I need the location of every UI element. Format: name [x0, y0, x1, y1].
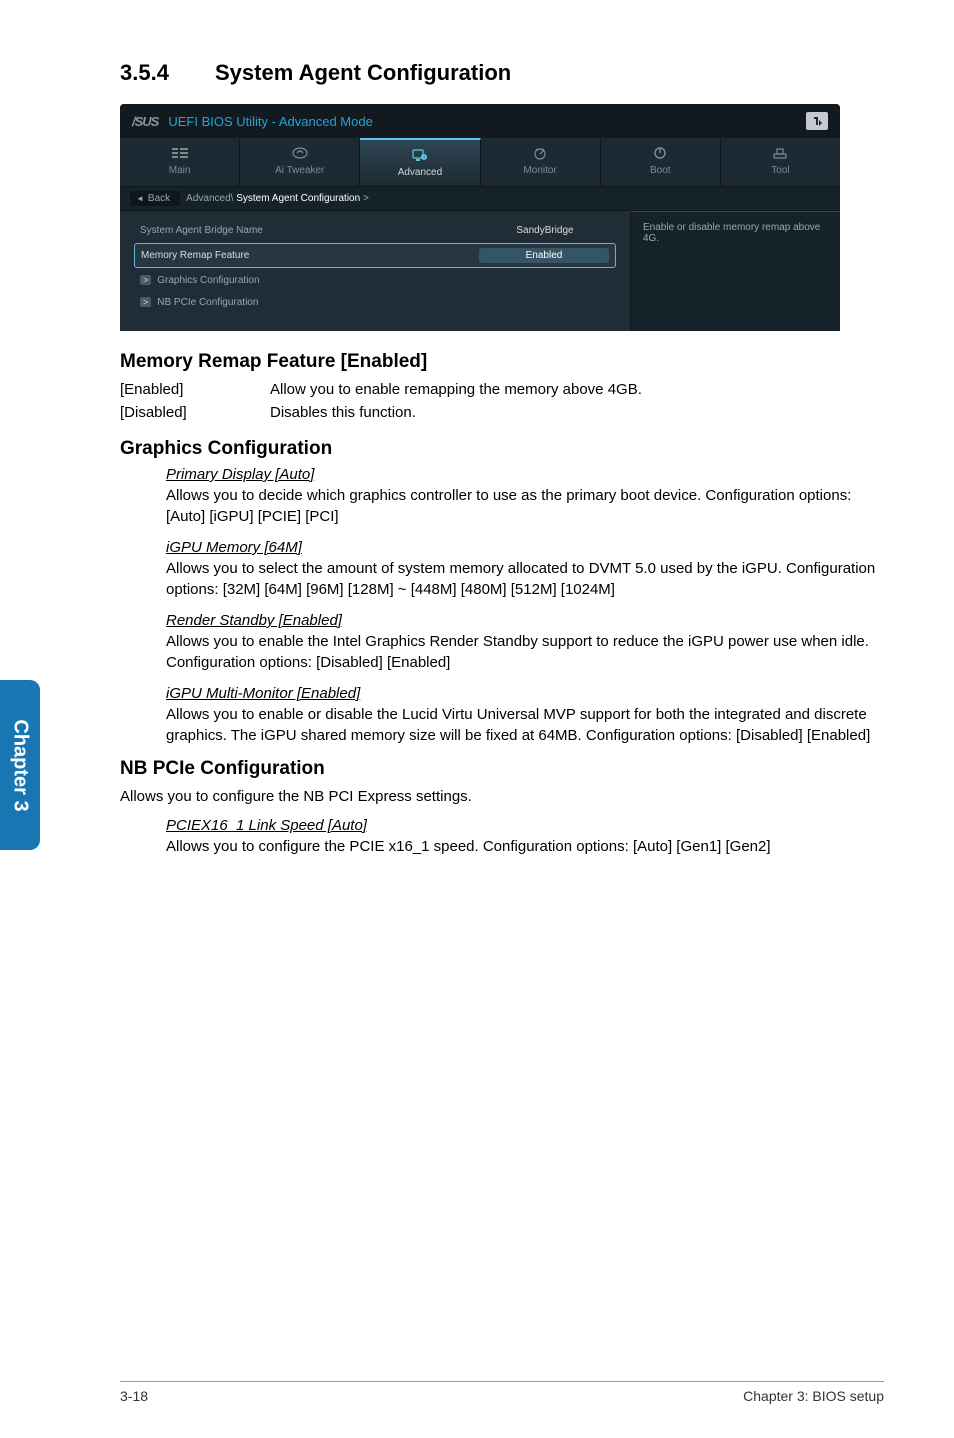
bios-titlebar: /SUS UEFI BIOS Utility - Advanced Mode — [120, 104, 840, 138]
tab-ai-tweaker[interactable]: Ai Tweaker — [240, 138, 360, 186]
bios-tab-bar: Main Ai Tweaker i Advanced Monitor — [120, 138, 840, 186]
ai-tweaker-icon — [240, 144, 359, 162]
option-val: Allow you to enable remapping the memory… — [270, 379, 884, 402]
bios-body: System Agent Bridge Name SandyBridge Mem… — [120, 211, 840, 331]
setting-name: Primary Display [Auto] — [166, 466, 884, 483]
setting-name: Render Standby [Enabled] — [166, 612, 884, 629]
nb-pcie-intro: Allows you to configure the NB PCI Expre… — [120, 786, 884, 807]
bios-row-nb-pcie-config[interactable]: NB PCIe Configuration — [134, 293, 616, 312]
setting-desc: Allows you to select the amount of syste… — [166, 558, 884, 600]
tab-monitor[interactable]: Monitor — [481, 138, 601, 186]
breadcrumb-path: Advanced\ System Agent Configuration > — [186, 193, 369, 204]
bios-row-graphics-config[interactable]: Graphics Configuration — [134, 271, 616, 290]
exit-icon — [811, 115, 823, 127]
section-number: 3.5.4 — [120, 60, 215, 86]
option-key: [Disabled] — [120, 402, 270, 425]
section-heading: 3.5.4System Agent Configuration — [120, 60, 884, 86]
row-value: SandyBridge — [480, 225, 610, 236]
bios-row-bridge-name: System Agent Bridge Name SandyBridge — [134, 221, 616, 240]
section-title-text: System Agent Configuration — [215, 60, 511, 85]
bios-main-panel: System Agent Bridge Name SandyBridge Mem… — [120, 211, 630, 331]
heading-nb-pcie: NB PCIe Configuration — [120, 758, 884, 780]
setting-igpu-memory: iGPU Memory [64M] Allows you to select t… — [166, 539, 884, 600]
help-text: Enable or disable memory remap above 4G. — [643, 222, 820, 244]
bios-breadcrumb: Back Advanced\ System Agent Configuratio… — [120, 186, 840, 211]
option-row: [Disabled] Disables this function. — [120, 402, 884, 425]
setting-name: iGPU Memory [64M] — [166, 539, 884, 556]
option-key: [Enabled] — [120, 379, 270, 402]
tab-ai-tweaker-label: Ai Tweaker — [240, 165, 359, 176]
tab-boot-label: Boot — [601, 165, 720, 176]
row-label: NB PCIe Configuration — [140, 297, 610, 308]
tab-advanced-label: Advanced — [360, 167, 479, 178]
heading-graphics-config: Graphics Configuration — [120, 438, 884, 460]
row-label: System Agent Bridge Name — [140, 225, 480, 236]
memory-remap-options: [Enabled] Allow you to enable remapping … — [120, 379, 884, 424]
exit-button[interactable] — [806, 112, 828, 130]
tab-tool[interactable]: Tool — [721, 138, 840, 186]
bios-help-panel: Enable or disable memory remap above 4G. — [630, 211, 840, 331]
tool-icon — [721, 144, 840, 162]
tab-main[interactable]: Main — [120, 138, 240, 186]
tab-tool-label: Tool — [721, 165, 840, 176]
option-row: [Enabled] Allow you to enable remapping … — [120, 379, 884, 402]
bios-row-memory-remap[interactable]: Memory Remap Feature Enabled — [134, 243, 616, 268]
heading-memory-remap: Memory Remap Feature [Enabled] — [120, 351, 884, 373]
bios-logo: /SUS — [132, 114, 158, 129]
setting-desc: Allows you to configure the PCIE x16_1 s… — [166, 836, 884, 857]
main-icon — [120, 144, 239, 162]
bios-screenshot: /SUS UEFI BIOS Utility - Advanced Mode M… — [120, 104, 840, 331]
setting-name: PCIEX16_1 Link Speed [Auto] — [166, 817, 884, 834]
svg-text:i: i — [423, 155, 424, 161]
footer-page-number: 3-18 — [120, 1388, 148, 1404]
boot-icon — [601, 144, 720, 162]
breadcrumb-suffix: > — [360, 193, 369, 204]
breadcrumb-current: System Agent Configuration — [236, 193, 360, 204]
tab-monitor-label: Monitor — [481, 165, 600, 176]
breadcrumb-prefix: Advanced\ — [186, 193, 236, 204]
tab-boot[interactable]: Boot — [601, 138, 721, 186]
monitor-icon — [481, 144, 600, 162]
setting-name: iGPU Multi-Monitor [Enabled] — [166, 685, 884, 702]
setting-pciex16-link-speed: PCIEX16_1 Link Speed [Auto] Allows you t… — [166, 817, 884, 857]
setting-desc: Allows you to decide which graphics cont… — [166, 485, 884, 527]
footer-chapter-title: Chapter 3: BIOS setup — [743, 1388, 884, 1404]
setting-igpu-multi-monitor: iGPU Multi-Monitor [Enabled] Allows you … — [166, 685, 884, 746]
back-button[interactable]: Back — [130, 191, 180, 206]
option-val: Disables this function. — [270, 402, 884, 425]
setting-primary-display: Primary Display [Auto] Allows you to dec… — [166, 466, 884, 527]
advanced-icon: i — [360, 146, 479, 164]
row-label: Memory Remap Feature — [141, 250, 479, 261]
row-label: Graphics Configuration — [140, 275, 610, 286]
setting-desc: Allows you to enable or disable the Luci… — [166, 704, 884, 746]
setting-desc: Allows you to enable the Intel Graphics … — [166, 631, 884, 673]
row-value: Enabled — [479, 248, 609, 263]
page-footer: 3-18 Chapter 3: BIOS setup — [120, 1381, 884, 1404]
setting-render-standby: Render Standby [Enabled] Allows you to e… — [166, 612, 884, 673]
bios-utility-title: UEFI BIOS Utility - Advanced Mode — [168, 114, 372, 129]
back-label: Back — [148, 193, 170, 204]
tab-main-label: Main — [120, 165, 239, 176]
tab-advanced[interactable]: i Advanced — [360, 138, 480, 186]
